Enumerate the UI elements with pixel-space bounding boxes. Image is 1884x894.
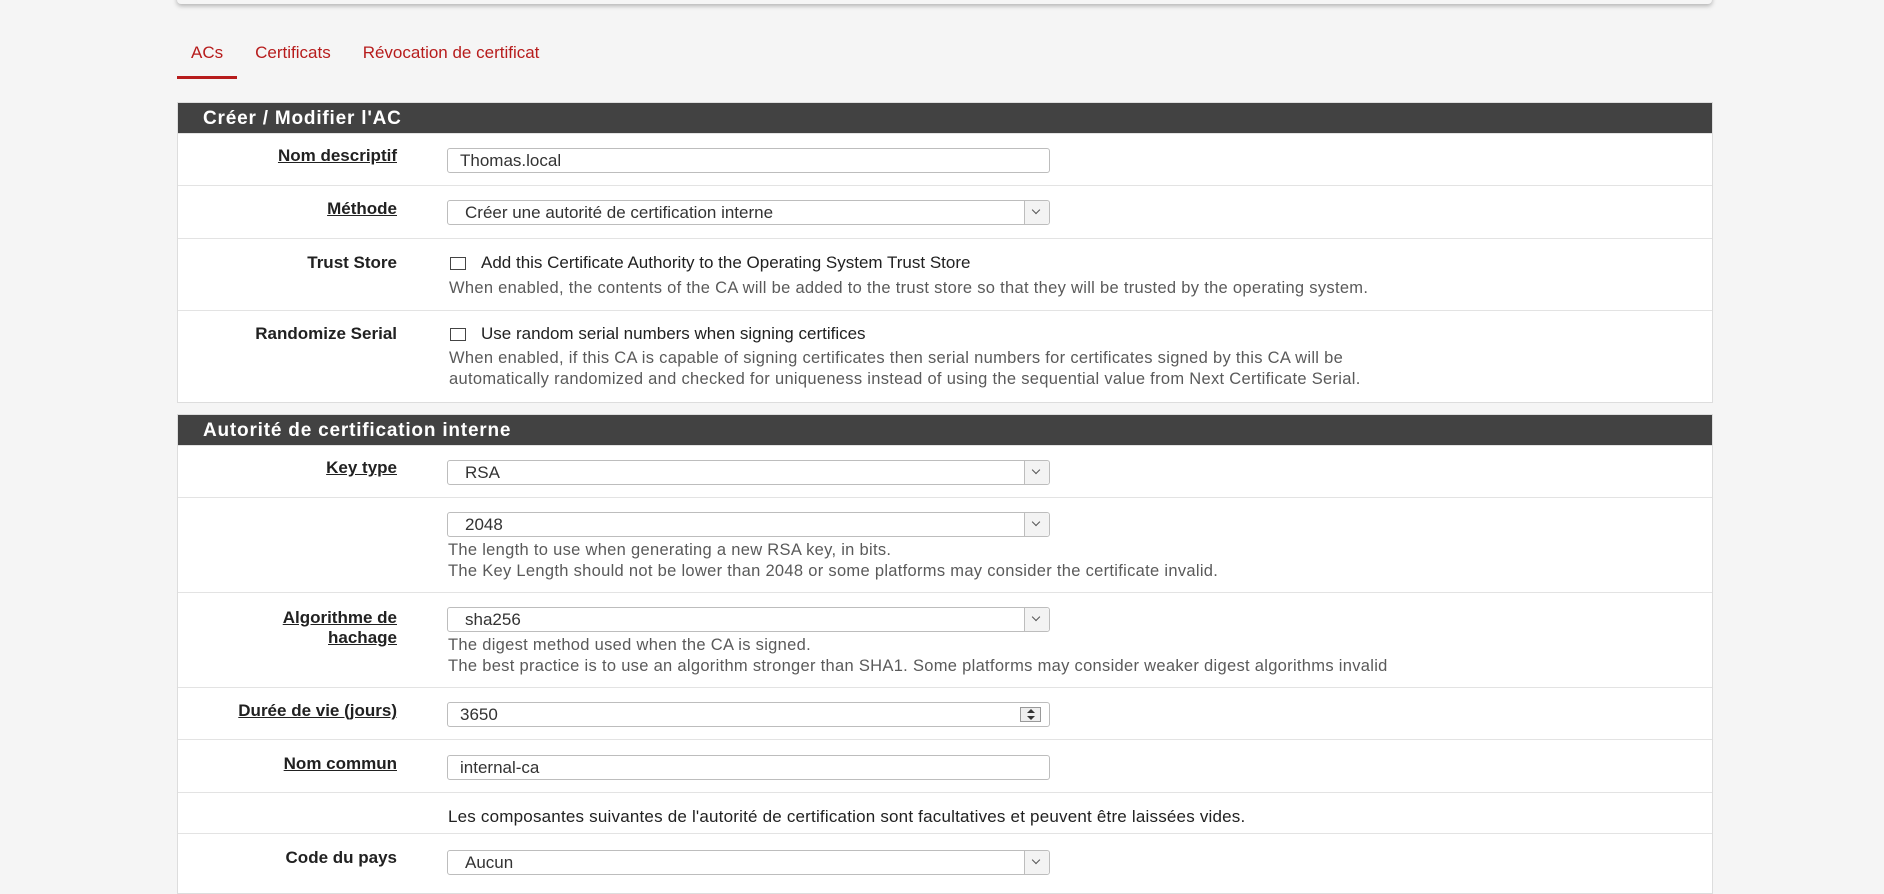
randomize-serial-help-1: When enabled, if this CA is capable of s… [449, 349, 1344, 367]
optional-note: Les composantes suivantes de l'autorité … [448, 807, 1246, 826]
trust-store-checkbox[interactable] [450, 256, 466, 270]
hash-algo-label-line1: Algorithme de [282, 608, 397, 627]
row-optional-note: Les composantes suivantes de l'autorité … [178, 792, 1712, 833]
country-code-select-value: Aucun [465, 853, 514, 872]
chevron-down-icon [1024, 608, 1049, 631]
key-type-select[interactable]: RSA [447, 460, 1050, 485]
nom-descriptif-input[interactable]: Thomas.local [447, 148, 1050, 173]
country-code-select[interactable]: Aucun [447, 850, 1050, 875]
panel-title: Autorité de certification interne [178, 415, 1712, 445]
row-randomize-serial: Randomize Serial Use random serial numbe… [178, 310, 1712, 403]
hash-algo-help-2: The best practice is to use an algorithm… [448, 657, 1388, 675]
common-name-label: Nom commun [283, 754, 397, 773]
hash-algo-select[interactable]: sha256 [447, 607, 1050, 632]
row-key-length: 2048 The length to use when generating a… [178, 497, 1712, 592]
randomize-serial-label: Randomize Serial [255, 324, 397, 343]
row-lifetime: Durée de vie (jours) 3650 [178, 687, 1712, 739]
key-length-help-1: The length to use when generating a new … [448, 541, 892, 559]
methode-select[interactable]: Créer une autorité de certification inte… [447, 200, 1050, 225]
row-methode: Méthode Créer une autorité de certificat… [178, 185, 1712, 238]
row-key-type: Key type RSA [178, 445, 1712, 497]
methode-select-value: Créer une autorité de certification inte… [465, 203, 774, 222]
tab-acs[interactable]: ACs [177, 40, 238, 79]
key-length-select-value: 2048 [465, 515, 503, 534]
key-length-help-2: The Key Length should not be lower than … [448, 562, 1219, 580]
hash-algo-select-value: sha256 [465, 610, 521, 629]
key-type-label: Key type [326, 458, 397, 477]
trust-store-help: When enabled, the contents of the CA wil… [449, 279, 1369, 297]
nom-descriptif-label: Nom descriptif [277, 146, 397, 165]
spinner-icon[interactable] [1020, 707, 1041, 722]
randomize-serial-checkbox[interactable] [450, 327, 466, 341]
row-nom-descriptif: Nom descriptif Thomas.local [178, 133, 1712, 185]
panel-internal-ca: Autorité de certification interne Key ty… [177, 414, 1713, 894]
row-trust-store: Trust Store Add this Certificate Authori… [178, 238, 1712, 310]
chevron-down-icon [1024, 461, 1049, 484]
lifetime-label: Durée de vie (jours) [238, 701, 397, 720]
tab-revocation[interactable]: Révocation de certificat [349, 40, 554, 77]
methode-label: Méthode [327, 199, 397, 218]
key-length-select[interactable]: 2048 [447, 512, 1050, 537]
panel-title: Créer / Modifier l'AC [178, 103, 1712, 133]
top-bar-shadow [177, 0, 1712, 4]
country-code-label: Code du pays [285, 848, 397, 867]
chevron-down-icon [1024, 201, 1049, 224]
chevron-down-icon [1024, 513, 1049, 536]
trust-store-checkbox-label[interactable]: Add this Certificate Authority to the Op… [481, 253, 970, 273]
lifetime-input[interactable]: 3650 [447, 702, 1050, 727]
key-type-select-value: RSA [465, 463, 500, 482]
randomize-serial-checkbox-label[interactable]: Use random serial numbers when signing c… [481, 324, 866, 344]
tab-bar: ACs Certificats Révocation de certificat [177, 40, 557, 80]
common-name-input[interactable]: internal-ca [447, 755, 1050, 780]
row-country-code: Code du pays Aucun [178, 833, 1712, 893]
row-common-name: Nom commun internal-ca [178, 739, 1712, 792]
hash-algo-label: Algorithme de hachage [283, 608, 397, 648]
lifetime-value: 3650 [460, 705, 498, 724]
panel-create-edit-ca: Créer / Modifier l'AC Nom descriptif Tho… [177, 102, 1713, 403]
hash-algo-label-line2: hachage [328, 628, 397, 647]
row-hash-algo: Algorithme de hachage sha256 The digest … [178, 592, 1712, 687]
trust-store-label: Trust Store [307, 253, 397, 272]
chevron-down-icon [1024, 851, 1049, 874]
randomize-serial-help-2: automatically randomized and checked for… [449, 370, 1361, 388]
hash-algo-help-1: The digest method used when the CA is si… [448, 636, 811, 654]
tab-certificats[interactable]: Certificats [241, 40, 345, 77]
